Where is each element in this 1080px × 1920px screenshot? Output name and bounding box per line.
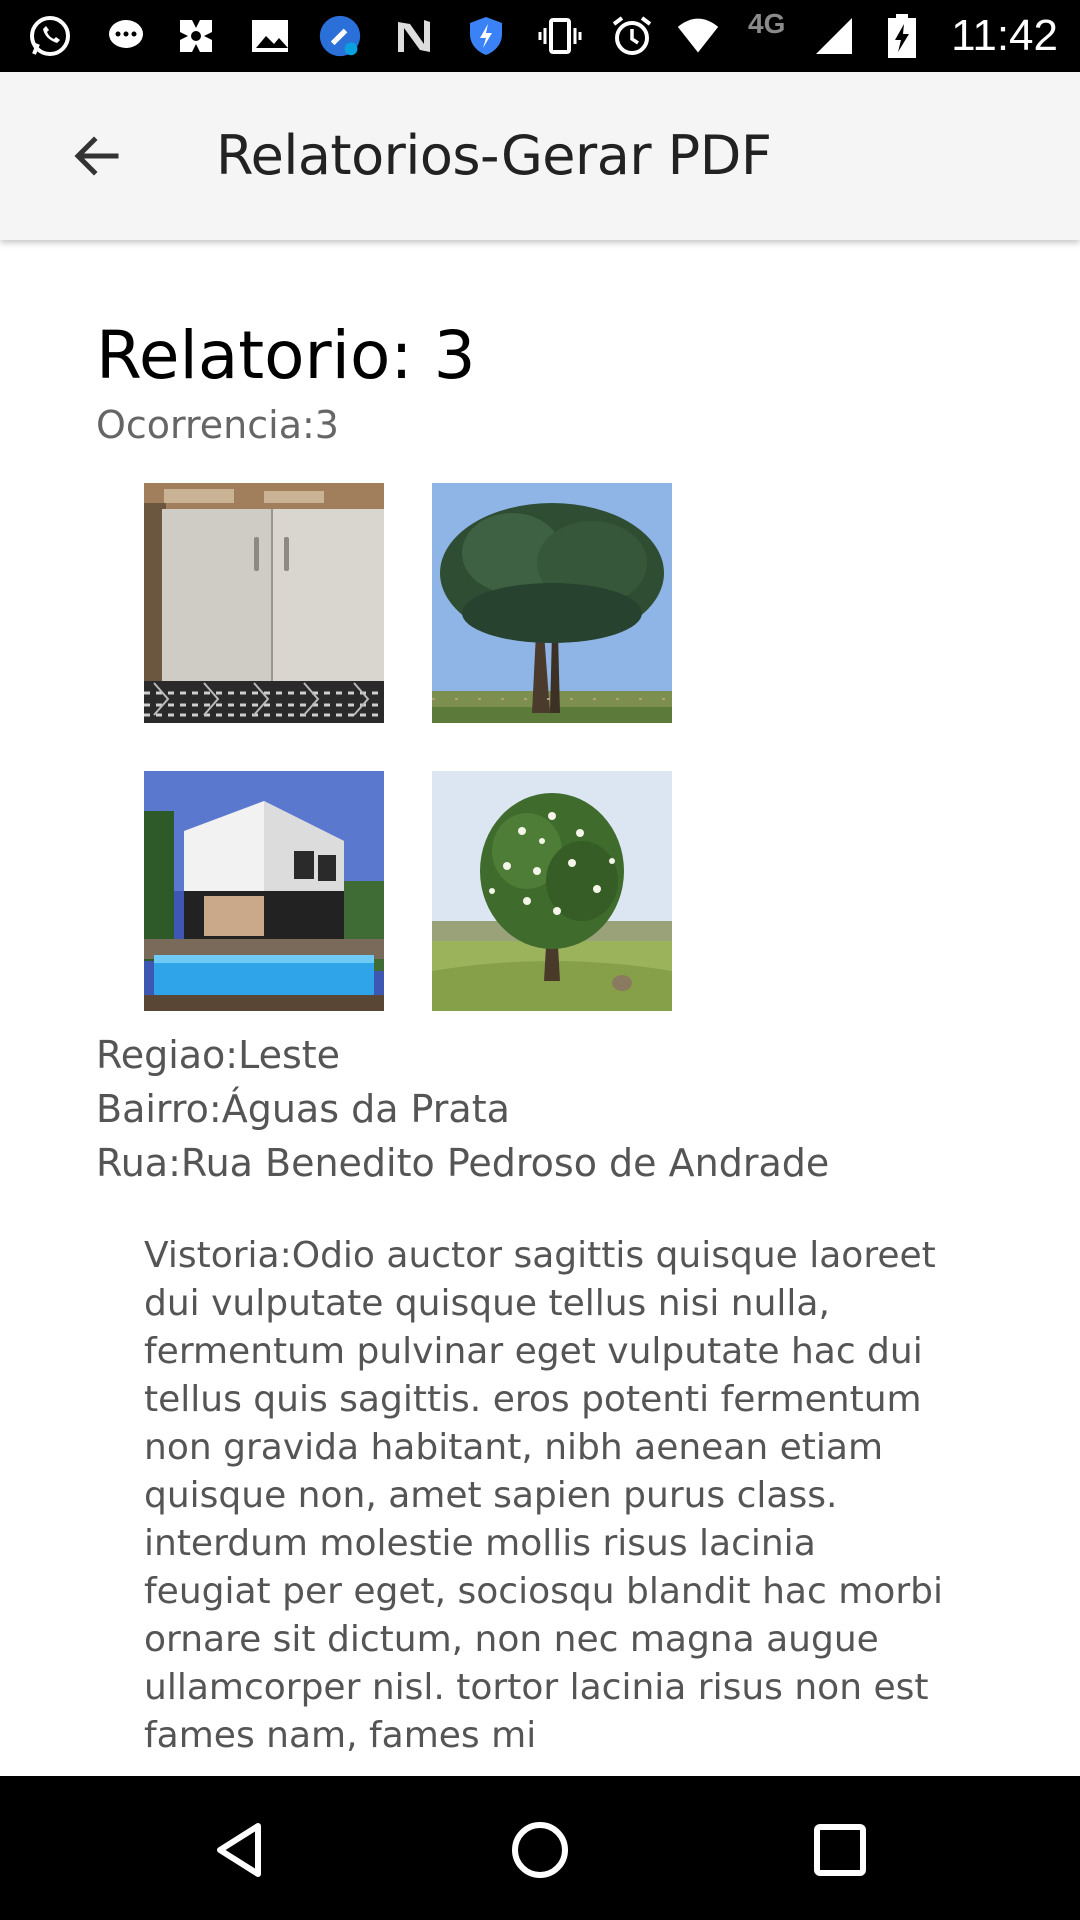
report-title: Relatorio: 3 bbox=[96, 317, 476, 394]
app-icon bbox=[174, 14, 218, 58]
cabinet-photo[interactable] bbox=[144, 483, 384, 723]
status-bar: 4G 11:42 bbox=[0, 0, 1080, 72]
tree-photo[interactable] bbox=[432, 483, 672, 723]
recents-square-icon bbox=[814, 1824, 866, 1876]
signal-icon bbox=[812, 14, 856, 58]
street-label: Rua:Rua Benedito Pedroso de Andrade bbox=[96, 1141, 830, 1185]
arrow-back-icon bbox=[74, 136, 119, 176]
message-icon bbox=[104, 14, 148, 58]
navigation-bar bbox=[0, 1776, 1080, 1920]
neighborhood-label: Bairro:Águas da Prata bbox=[96, 1087, 510, 1131]
back-button[interactable] bbox=[52, 116, 140, 196]
n-icon bbox=[392, 14, 436, 58]
page-title: Relatorios-Gerar PDF bbox=[216, 124, 772, 187]
network-type: 4G bbox=[748, 8, 786, 39]
region-label: Regiao:Leste bbox=[96, 1033, 341, 1077]
clock: 11:42 bbox=[951, 11, 1058, 60]
vibrate-icon bbox=[538, 14, 582, 58]
back-triangle-icon bbox=[217, 1823, 261, 1877]
occurrence-label: Ocorrencia:3 bbox=[96, 403, 339, 447]
wifi-icon bbox=[676, 14, 720, 58]
shield-icon bbox=[464, 14, 508, 58]
whatsapp-icon bbox=[28, 14, 72, 58]
alarm-icon bbox=[610, 14, 654, 58]
cleaner-icon bbox=[318, 14, 362, 58]
gallery-icon bbox=[248, 14, 292, 58]
app-bar: Relatorios-Gerar PDF bbox=[0, 72, 1080, 240]
battery-icon bbox=[880, 14, 924, 58]
house-pool-photo[interactable] bbox=[144, 771, 384, 1011]
home-circle-icon bbox=[512, 1822, 568, 1878]
inspection-text: Vistoria:Odio auctor sagittis quisque la… bbox=[144, 1235, 943, 1756]
nav-home-button[interactable] bbox=[500, 1810, 580, 1890]
flowering-tree-photo[interactable] bbox=[432, 771, 672, 1011]
nav-back-button[interactable] bbox=[200, 1810, 280, 1890]
nav-recents-button[interactable] bbox=[800, 1810, 880, 1890]
report-content[interactable]: Relatorio: 3 Ocorrencia:3 Regiao:Leste B… bbox=[0, 240, 1080, 1776]
